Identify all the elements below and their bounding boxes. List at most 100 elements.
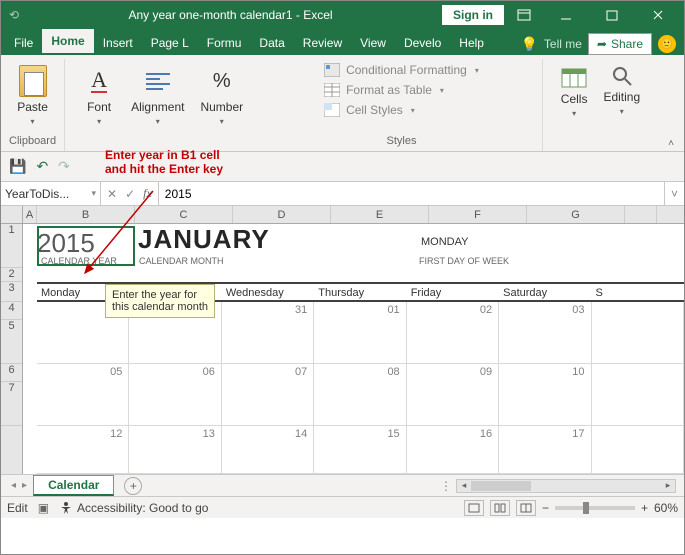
- page-break-view-button[interactable]: [516, 500, 536, 516]
- close-button[interactable]: [636, 1, 680, 29]
- ribbon-display-options-button[interactable]: [506, 1, 542, 29]
- scroll-left-button[interactable]: ◂: [457, 480, 471, 491]
- tab-page-layout[interactable]: Page L: [142, 31, 198, 55]
- name-box-value: YearToDis...: [5, 187, 69, 201]
- number-button[interactable]: % Number ▾: [196, 63, 247, 128]
- cells-area[interactable]: 2015 JANUARY MONDAY CALENDAR YEAR CALEND…: [23, 224, 684, 474]
- ribbon-group-clipboard: Paste ▾ Clipboard: [7, 59, 65, 151]
- col-header-e[interactable]: E: [331, 206, 429, 223]
- row-header-5[interactable]: 5: [1, 320, 22, 364]
- table-label: Format as Table: [346, 83, 432, 97]
- cal-cell[interactable]: 03: [499, 302, 591, 364]
- horizontal-scrollbar[interactable]: ◂ ▸: [456, 479, 676, 493]
- name-box[interactable]: YearToDis... ▾: [1, 182, 101, 205]
- tab-formulas[interactable]: Formu: [198, 31, 251, 55]
- tab-review[interactable]: Review: [294, 31, 351, 55]
- cal-cell[interactable]: 15: [314, 426, 406, 474]
- sheet-nav-arrows[interactable]: ◂▸: [5, 480, 33, 491]
- tab-data[interactable]: Data: [250, 31, 293, 55]
- zoom-in-button[interactable]: +: [641, 501, 648, 515]
- sheet-tab-calendar[interactable]: Calendar: [33, 475, 114, 496]
- tab-view[interactable]: View: [351, 31, 395, 55]
- cancel-formula-button[interactable]: ✕: [107, 187, 117, 201]
- cal-cell[interactable]: 16: [407, 426, 499, 474]
- editing-label: Editing: [603, 90, 640, 104]
- tab-file[interactable]: File: [5, 31, 42, 55]
- zoom-slider[interactable]: [555, 506, 635, 510]
- number-label: Number: [200, 100, 243, 114]
- row-header-1[interactable]: 1: [1, 224, 22, 268]
- cal-cell[interactable]: 08: [314, 364, 406, 426]
- cal-cell[interactable]: 14: [222, 426, 314, 474]
- col-header-a[interactable]: A: [23, 206, 37, 223]
- sign-in-button[interactable]: Sign in: [442, 5, 504, 25]
- share-button[interactable]: ➦Share: [588, 33, 652, 55]
- cal-cell[interactable]: 09: [407, 364, 499, 426]
- minimize-button[interactable]: [544, 1, 588, 29]
- paste-button[interactable]: Paste ▾: [13, 63, 53, 128]
- col-header-d[interactable]: D: [233, 206, 331, 223]
- cal-cell[interactable]: 17: [499, 426, 591, 474]
- maximize-button[interactable]: [590, 1, 634, 29]
- select-all-corner[interactable]: [1, 206, 23, 223]
- row-header-3[interactable]: 3: [1, 282, 22, 302]
- cal-cell[interactable]: 31: [222, 302, 314, 364]
- expand-formula-bar-button[interactable]: ˅: [664, 182, 684, 205]
- row-header-4[interactable]: 4: [1, 302, 22, 320]
- cal-cell[interactable]: 05: [37, 364, 129, 426]
- feedback-smiley-icon[interactable]: 🙂: [658, 35, 676, 53]
- cal-cell[interactable]: 07: [222, 364, 314, 426]
- format-as-table-button[interactable]: Format as Table▾: [320, 81, 483, 99]
- zoom-level[interactable]: 60%: [654, 501, 678, 515]
- zoom-slider-knob[interactable]: [583, 502, 589, 514]
- col-header-c[interactable]: C: [135, 206, 233, 223]
- tab-developer[interactable]: Develo: [395, 31, 450, 55]
- save-button[interactable]: 💾: [9, 158, 26, 175]
- font-button[interactable]: A Font ▾: [79, 63, 119, 128]
- cal-cell[interactable]: [592, 364, 684, 426]
- row-header-2[interactable]: 2: [1, 268, 22, 282]
- cell-styles-button[interactable]: Cell Styles▾: [320, 101, 483, 119]
- cal-cell[interactable]: 13: [129, 426, 221, 474]
- col-header-end[interactable]: [625, 206, 657, 223]
- tell-me-search[interactable]: Tell me: [544, 37, 582, 51]
- cal-cell[interactable]: [592, 426, 684, 474]
- cal-cell[interactable]: 02: [407, 302, 499, 364]
- col-header-b[interactable]: B: [37, 206, 135, 223]
- chevron-down-icon: ▾: [220, 117, 224, 126]
- tab-insert[interactable]: Insert: [94, 31, 142, 55]
- label-calendar-year: CALENDAR YEAR: [41, 256, 117, 266]
- row-header-7[interactable]: 7: [1, 382, 22, 426]
- tab-home[interactable]: Home: [42, 29, 93, 55]
- scroll-right-button[interactable]: ▸: [661, 480, 675, 491]
- cells-button[interactable]: Cells ▾: [557, 63, 592, 120]
- collapse-ribbon-button[interactable]: ˄: [664, 136, 678, 151]
- scroll-thumb[interactable]: [471, 481, 531, 491]
- zoom-out-button[interactable]: −: [542, 501, 549, 515]
- enter-formula-button[interactable]: ✓: [125, 187, 135, 201]
- formula-input[interactable]: 2015: [159, 182, 664, 205]
- redo-button[interactable]: ↷: [58, 158, 70, 175]
- undo-button[interactable]: ↶: [36, 158, 48, 175]
- alignment-button[interactable]: Alignment ▾: [127, 63, 188, 128]
- new-sheet-button[interactable]: +: [124, 477, 142, 495]
- page-layout-view-button[interactable]: [490, 500, 510, 516]
- annotation-line2: and hit the Enter key: [105, 162, 223, 176]
- row-header-6[interactable]: 6: [1, 364, 22, 382]
- cal-cell[interactable]: 12: [37, 426, 129, 474]
- tab-help[interactable]: Help: [450, 31, 493, 55]
- macro-record-icon[interactable]: ▣: [38, 501, 49, 515]
- col-header-g[interactable]: G: [527, 206, 625, 223]
- conditional-formatting-button[interactable]: Conditional Formatting▾: [320, 61, 483, 79]
- normal-view-button[interactable]: [464, 500, 484, 516]
- cal-cell[interactable]: 06: [129, 364, 221, 426]
- editing-button[interactable]: Editing ▾: [599, 63, 644, 118]
- cal-cell[interactable]: [592, 302, 684, 364]
- cal-cell[interactable]: 01: [314, 302, 406, 364]
- date-num: 13: [203, 428, 215, 440]
- accessibility-status[interactable]: Accessibility: Good to go: [59, 501, 208, 515]
- split-handle[interactable]: ⋮: [436, 479, 456, 493]
- col-header-f[interactable]: F: [429, 206, 527, 223]
- cal-cell[interactable]: 10: [499, 364, 591, 426]
- fx-icon[interactable]: fx: [143, 186, 152, 201]
